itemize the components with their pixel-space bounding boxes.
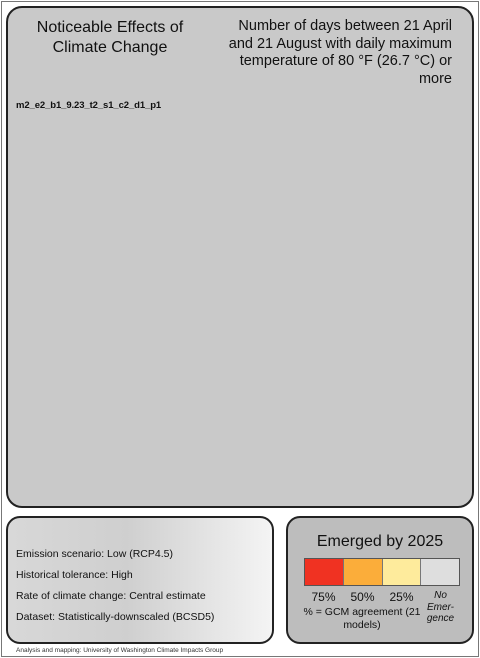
scenario-rate: Rate of climate change: Central estimate bbox=[16, 590, 206, 602]
scenario-list: Emission scenario: Low (RCP4.5) Historic… bbox=[16, 544, 214, 628]
scenario-tolerance: Historical tolerance: High bbox=[16, 569, 133, 581]
legend-swatch-25 bbox=[382, 559, 422, 585]
legend-swatch-75 bbox=[305, 559, 344, 585]
scenario-dataset: Dataset: Statistically-downscaled (BCSD5… bbox=[16, 611, 215, 623]
scenario-panel: Emission scenario: Low (RCP4.5) Historic… bbox=[6, 516, 274, 644]
scenario-emission: Emission scenario: Low (RCP4.5) bbox=[16, 548, 173, 560]
legend-label-no-emergence: No Emer- gence bbox=[426, 590, 455, 624]
legend-panel: Emerged by 2025 75% 50% 25% No Emer- gen… bbox=[286, 516, 474, 644]
map-panel: Noticeable Effects of Climate Change Num… bbox=[6, 6, 474, 508]
page-title: Noticeable Effects of Climate Change bbox=[36, 19, 184, 56]
legend-title: Emerged by 2025 bbox=[316, 533, 444, 550]
legend-swatch-no-emergence bbox=[421, 559, 459, 585]
legend-swatch-50 bbox=[343, 559, 383, 585]
footer-credit: Analysis and mapping: University of Wash… bbox=[16, 647, 224, 654]
legend-swatches bbox=[304, 558, 460, 586]
legend-note: % = GCM agreement (21 models) bbox=[303, 606, 421, 631]
map-code: m2_e2_b1_9.23_t2_s1_c2_d1_p1 bbox=[16, 100, 162, 111]
map-description: Number of days between 21 April and 21 A… bbox=[228, 18, 452, 87]
